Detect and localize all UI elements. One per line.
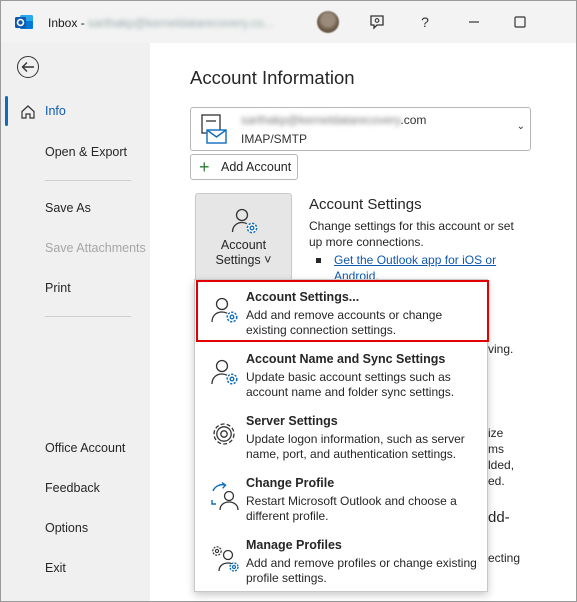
- menu-item-title: Account Name and Sync Settings: [246, 352, 446, 366]
- sidebar-item-exit[interactable]: Exit: [45, 561, 66, 575]
- outlook-icon: [15, 15, 33, 29]
- menu-item-server-settings[interactable]: Server Settings Update logon information…: [195, 404, 487, 466]
- chevron-down-icon: ⌄: [516, 121, 525, 132]
- obscured-text: ed.: [488, 474, 505, 488]
- section-description: Change settings for this account or set …: [309, 219, 514, 249]
- menu-item-manage-profiles[interactable]: Manage Profiles Add and remove profiles …: [195, 528, 487, 590]
- obscured-text: ize: [488, 426, 504, 440]
- account-settings-line2: Settings ˅: [215, 253, 272, 267]
- sidebar-item-print[interactable]: Print: [45, 281, 71, 295]
- sidebar-item-save-attachments: Save Attachments: [45, 241, 146, 255]
- menu-item-description: Update basic account settings such as ac…: [246, 370, 455, 399]
- account-settings-button-label: Account Settings ˅: [196, 238, 291, 268]
- sidebar-divider: [45, 180, 131, 181]
- home-icon: [21, 105, 35, 119]
- backstage-sidebar: [1, 43, 150, 601]
- account-settings-button[interactable]: Account Settings ˅: [195, 193, 292, 281]
- selection-indicator: [5, 96, 8, 126]
- gear-icon: [213, 423, 235, 445]
- sidebar-item-options[interactable]: Options: [45, 521, 88, 535]
- account-email-local: sarthakp@kerneldatarecovery: [241, 113, 401, 127]
- account-email-suffix: .com: [400, 113, 427, 127]
- add-account-label: Add Account: [221, 160, 292, 174]
- section-title: Account Settings: [309, 196, 422, 213]
- account-type: IMAP/SMTP: [241, 132, 308, 146]
- account-selector[interactable]: sarthakp@kerneldatarecovery.com IMAP/SMT…: [190, 107, 531, 151]
- menu-item-title: Change Profile: [246, 476, 335, 490]
- minimize-icon[interactable]: [464, 12, 484, 32]
- account-settings-line1: Account: [220, 238, 267, 252]
- user-gear-icon: [211, 359, 238, 385]
- sidebar-item-info[interactable]: Info: [45, 104, 66, 118]
- profile-gear-icon: [212, 546, 239, 572]
- title-bar: Inbox - sarthakp@kerneldatarecovery.co..…: [1, 1, 576, 43]
- sidebar-item-office-account[interactable]: Office Account: [45, 441, 125, 455]
- window-title-separator: -: [77, 16, 89, 30]
- bullet-icon: [316, 258, 321, 263]
- maximize-icon[interactable]: [510, 12, 530, 32]
- obscured-text: lded,: [488, 458, 515, 472]
- mail-account-icon: [201, 114, 227, 144]
- menu-item-change-profile[interactable]: Change Profile Restart Microsoft Outlook…: [195, 466, 487, 528]
- back-button[interactable]: [17, 56, 39, 78]
- user-gear-icon: [231, 208, 258, 234]
- help-icon[interactable]: ?: [415, 12, 435, 32]
- menu-item-title: Manage Profiles: [246, 538, 342, 552]
- plus-icon: +: [199, 157, 210, 177]
- user-avatar[interactable]: [317, 11, 339, 33]
- add-account-button[interactable]: + Add Account: [190, 154, 298, 180]
- sidebar-item-open-export[interactable]: Open & Export: [45, 145, 127, 159]
- switch-profile-icon: [211, 481, 239, 511]
- obscured-text: ecting: [488, 551, 521, 565]
- menu-item-account-name-sync[interactable]: Account Name and Sync Settings Update ba…: [195, 342, 487, 404]
- obscured-text: ving.: [488, 342, 514, 356]
- sidebar-item-save-as[interactable]: Save As: [45, 201, 91, 215]
- menu-item-description: Add and remove profiles or change existi…: [246, 556, 477, 585]
- obscured-text: ms: [488, 442, 504, 456]
- window-title-app: Inbox: [48, 16, 78, 30]
- arrow-left-icon: [21, 62, 34, 72]
- highlight-annotation: [196, 280, 489, 342]
- window-title-email: sarthakp@kerneldatarecovery.co...: [88, 16, 274, 30]
- sidebar-divider: [45, 316, 131, 317]
- feedback-icon[interactable]: [367, 12, 387, 32]
- menu-item-title: Server Settings: [246, 414, 338, 428]
- obscured-text: dd-: [488, 509, 510, 526]
- page-title: Account Information: [190, 67, 355, 88]
- menu-item-description: Restart Microsoft Outlook and choose a d…: [246, 494, 457, 523]
- account-email: sarthakp@kerneldatarecovery.com: [241, 113, 426, 127]
- sidebar-item-feedback[interactable]: Feedback: [45, 481, 100, 495]
- menu-item-description: Update logon information, such as server…: [246, 432, 465, 461]
- window-title: Inbox - sarthakp@kerneldatarecovery.co..…: [48, 16, 273, 30]
